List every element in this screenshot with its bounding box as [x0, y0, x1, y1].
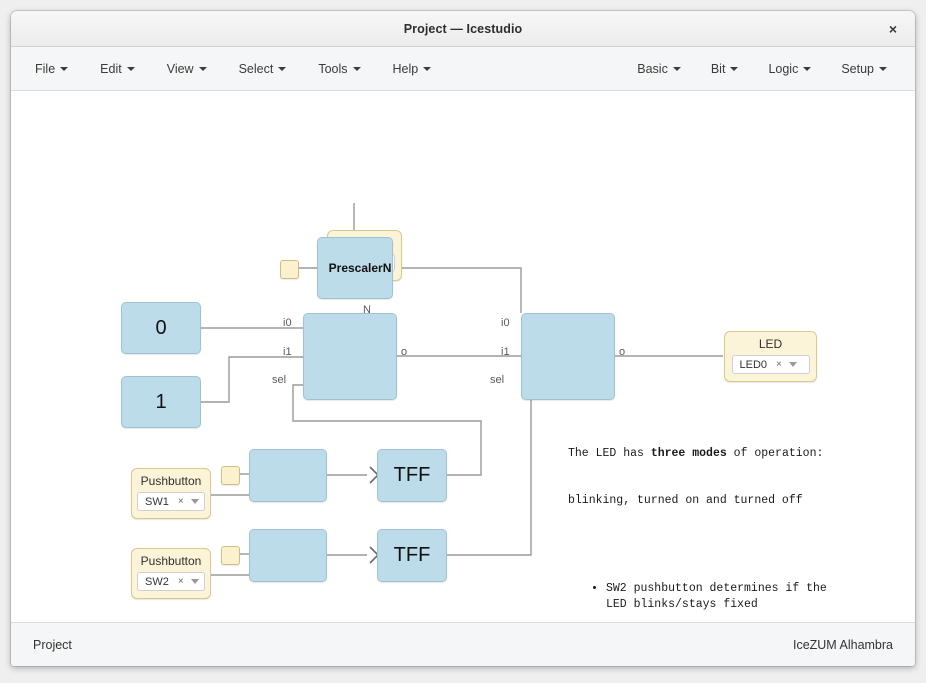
menu-item-basic[interactable]: Basic: [629, 57, 689, 81]
menu-item-setup-label: Setup: [841, 61, 874, 76]
block-led[interactable]: LED LED0 ×: [724, 331, 817, 382]
pushbutton-sw2-value: SW2: [145, 575, 169, 588]
constant-1-label: 1: [155, 390, 167, 413]
menu-item-view[interactable]: View: [159, 57, 215, 81]
chevron-down-icon: [352, 66, 361, 71]
app-window: Project — Icestudio × File Edit View Sel…: [11, 11, 915, 666]
menu-item-edit-label: Edit: [100, 61, 122, 76]
menu-item-file-label: File: [35, 61, 56, 76]
mux2-pin-i0: i0: [501, 317, 510, 329]
chevron-down-icon: [198, 66, 207, 71]
block-tff-2[interactable]: TFF: [377, 529, 447, 582]
chevron-down-icon: [423, 66, 432, 71]
mux1-pin-sel: sel: [272, 374, 287, 386]
constant-0-label: 0: [155, 316, 167, 339]
menu-item-edit[interactable]: Edit: [92, 57, 143, 81]
status-board-name: IceZUM Alhambra: [792, 637, 893, 652]
annotation-line-1: The LED has three modes of operation:: [568, 446, 834, 462]
annotation-bullet-list: SW2 pushbutton determines if the LED bli…: [568, 550, 834, 622]
clear-icon[interactable]: ×: [776, 359, 782, 370]
block-debouncer-1[interactable]: [249, 449, 327, 502]
wire-tff2-to-mux2-sel: [447, 384, 532, 556]
pushbutton-sw1-title: Pushbutton: [140, 474, 202, 488]
block-constant-1[interactable]: 1: [121, 376, 201, 428]
menu-item-tools[interactable]: Tools: [310, 57, 368, 81]
clear-icon[interactable]: ×: [178, 496, 184, 507]
led-select-value: LED0: [739, 358, 768, 371]
list-item: SW2 pushbutton determines if the LED bli…: [606, 581, 834, 612]
menu-group-left: File Edit View Select Tools Help: [27, 57, 455, 81]
led-select[interactable]: LED0 ×: [731, 355, 810, 374]
block-constant-0[interactable]: 0: [121, 302, 201, 354]
chevron-down-icon: [278, 66, 287, 71]
menu-item-view-label: View: [166, 61, 194, 76]
pushbutton-sw2-select[interactable]: SW2 ×: [137, 572, 205, 591]
mux1-pin-i1: i1: [283, 346, 292, 358]
annotation-line-1-bold: three modes: [650, 447, 727, 461]
block-prescaler-n[interactable]: PrescalerN: [317, 237, 393, 299]
clock-port-prescaler[interactable]: [280, 260, 299, 279]
menu-group-right: Basic Bit Logic Setup: [629, 57, 899, 81]
block-tff-1[interactable]: TFF: [377, 449, 447, 502]
chevron-down-icon: [730, 66, 739, 71]
title-bar: Project — Icestudio ×: [11, 11, 915, 47]
clear-icon[interactable]: ×: [178, 576, 184, 587]
chevron-down-icon[interactable]: [190, 579, 199, 584]
tff-1-label: TFF: [393, 464, 431, 486]
wire-one-to-mux1-i1: [201, 356, 303, 403]
pushbutton-sw2-title: Pushbutton: [140, 554, 202, 568]
chevron-down-icon[interactable]: [190, 499, 199, 504]
close-icon[interactable]: ×: [883, 19, 903, 39]
status-bar: Project IceZUM Alhambra: [11, 622, 915, 666]
status-project-name: Project: [33, 637, 72, 652]
block-pushbutton-sw1[interactable]: Pushbutton SW1 ×: [131, 468, 211, 519]
menu-bar: File Edit View Select Tools Help Basic B…: [11, 47, 915, 91]
mux1-pin-i0: i0: [283, 317, 292, 329]
pushbutton-sw1-select[interactable]: SW1 ×: [137, 492, 205, 511]
annotation-line-1a: The LED has: [568, 447, 651, 461]
menu-item-select-label: Select: [238, 61, 274, 76]
tff-2-label: TFF: [393, 544, 431, 566]
mux2-pin-i1: i1: [501, 346, 510, 358]
annotation-line-1b: of operation:: [726, 447, 824, 461]
menu-item-help[interactable]: Help: [385, 57, 440, 81]
schematic-canvas[interactable]: N 22 N PrescalerN 0 1 i0 i1 sel o i0 i1 …: [11, 91, 915, 622]
chevron-down-icon: [60, 66, 69, 71]
menu-item-bit[interactable]: Bit: [703, 57, 747, 81]
block-pushbutton-sw2[interactable]: Pushbutton SW2 ×: [131, 548, 211, 599]
block-mux-1[interactable]: [303, 313, 397, 400]
menu-item-tools-label: Tools: [318, 61, 348, 76]
chevron-down-icon: [803, 66, 812, 71]
menu-item-select[interactable]: Select: [231, 57, 295, 81]
mux2-pin-o: o: [619, 346, 626, 358]
prescaler-n-label: PrescalerN: [328, 261, 392, 275]
clock-port-debouncer1[interactable]: [221, 466, 240, 485]
chevron-down-icon: [672, 66, 681, 71]
mux1-pin-o: o: [401, 346, 408, 358]
led-title: LED: [758, 337, 783, 351]
pushbutton-sw1-value: SW1: [145, 495, 169, 508]
menu-item-logic[interactable]: Logic: [760, 57, 819, 81]
chevron-down-icon: [879, 66, 887, 71]
menu-item-basic-label: Basic: [637, 61, 668, 76]
block-debouncer-2[interactable]: [249, 529, 327, 582]
clock-port-debouncer2[interactable]: [221, 546, 240, 565]
menu-item-logic-label: Logic: [768, 61, 799, 76]
chevron-down-icon: [126, 66, 135, 71]
menu-item-bit-label: Bit: [710, 61, 726, 76]
annotation-text[interactable]: The LED has three modes of operation: bl…: [568, 415, 834, 622]
window-title: Project — Icestudio: [403, 21, 523, 36]
annotation-line-2: blinking, turned on and turned off: [568, 493, 803, 507]
wire-prescaler-to-mux2-i0: [393, 267, 522, 313]
menu-item-setup[interactable]: Setup: [833, 57, 895, 81]
menu-item-help-label: Help: [392, 61, 419, 76]
mux2-pin-sel: sel: [490, 374, 505, 386]
menu-item-file[interactable]: File: [27, 57, 76, 81]
block-mux-2[interactable]: [521, 313, 615, 400]
chevron-down-icon[interactable]: [788, 362, 797, 367]
